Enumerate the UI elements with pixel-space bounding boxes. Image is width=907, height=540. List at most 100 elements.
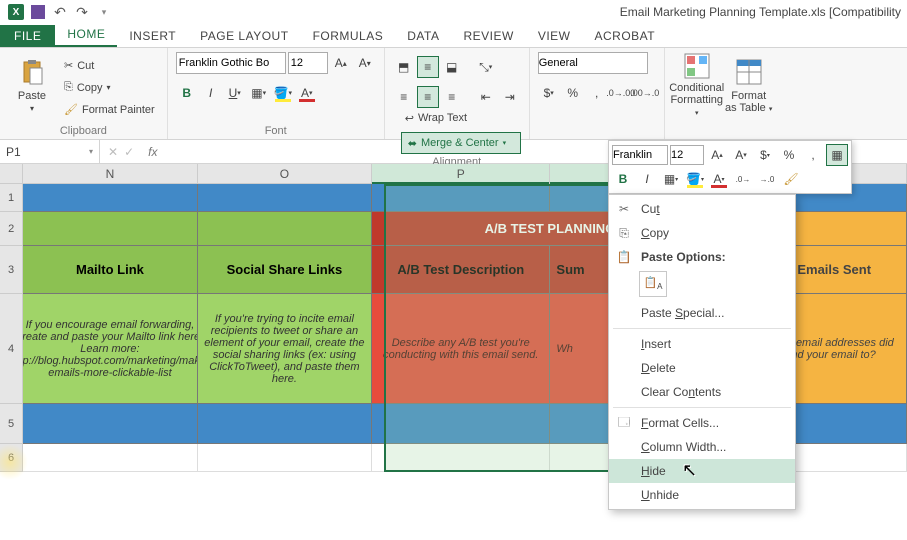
select-all-corner[interactable] (0, 164, 23, 184)
cell-o4[interactable]: If you're trying to incite email recipie… (198, 294, 372, 404)
col-header-p[interactable]: P (372, 164, 550, 184)
mini-painter[interactable]: 🖌 (780, 168, 802, 190)
shrink-font-button[interactable]: A▾ (354, 52, 376, 74)
ctx-cut[interactable]: ✂Cut (609, 197, 795, 221)
mini-table[interactable]: ▦ (826, 144, 848, 166)
merge-center-button[interactable]: ⬌Merge & Center ▾ (401, 132, 521, 154)
tab-home[interactable]: HOME (55, 23, 117, 47)
mini-fill[interactable]: 🪣▾ (684, 168, 706, 190)
cell-p6[interactable] (372, 444, 550, 472)
cell-n4[interactable]: If you encourage email forwarding, creat… (23, 294, 197, 404)
row-header-6[interactable]: 6 (0, 444, 23, 472)
cell-n6[interactable] (23, 444, 197, 472)
italic-button[interactable]: I (200, 82, 222, 104)
font-color-button[interactable]: A ▾ (296, 82, 318, 104)
mini-inc-dec[interactable]: .0→ (732, 168, 754, 190)
tab-page-layout[interactable]: PAGE LAYOUT (188, 25, 300, 47)
row-header-2[interactable]: 2 (0, 212, 23, 246)
mini-shrink-font[interactable]: A▾ (730, 144, 752, 166)
cell-p4[interactable]: Describe any A/B test you're conducting … (372, 294, 550, 404)
ctx-unhide[interactable]: Unhide (609, 483, 795, 507)
cancel-formula-icon[interactable]: ✕ (108, 145, 118, 159)
cell-o3[interactable]: Social Share Links (198, 246, 372, 294)
ctx-hide[interactable]: Hide (609, 459, 795, 483)
bold-button[interactable]: B (176, 82, 198, 104)
tab-view[interactable]: VIEW (526, 25, 583, 47)
decrease-indent-button[interactable]: ⇤ (475, 86, 497, 108)
mini-bold[interactable]: B (612, 168, 634, 190)
font-size-input[interactable] (288, 52, 328, 74)
align-bottom-button[interactable]: ⬓ (441, 56, 463, 78)
increase-indent-button[interactable]: ⇥ (499, 86, 521, 108)
align-left-button[interactable]: ≡ (393, 86, 415, 108)
mini-grow-font[interactable]: A▴ (706, 144, 728, 166)
row-header-5[interactable]: 5 (0, 404, 23, 444)
border-button[interactable]: ▦ ▾ (248, 82, 270, 104)
cell-p5[interactable] (372, 404, 550, 444)
tab-acrobat[interactable]: ACROBAT (583, 25, 668, 47)
paste-button[interactable]: Paste▾ (8, 52, 56, 118)
col-header-n[interactable]: N (23, 164, 197, 184)
grow-font-button[interactable]: A▴ (330, 52, 352, 74)
align-center-button[interactable]: ≡ (417, 86, 439, 108)
ctx-format-cells[interactable]: 🗔Format Cells... (609, 411, 795, 435)
ctx-delete[interactable]: Delete (609, 356, 795, 380)
cell-n5[interactable] (23, 404, 197, 444)
qat-customize-icon[interactable]: ▾ (94, 2, 114, 22)
cell-o6[interactable] (198, 444, 372, 472)
ctx-copy[interactable]: ⎘Copy (609, 221, 795, 245)
col-header-o[interactable]: O (198, 164, 372, 184)
tab-formulas[interactable]: FORMULAS (301, 25, 396, 47)
underline-button[interactable]: U ▾ (224, 82, 246, 104)
tab-insert[interactable]: INSERT (117, 25, 188, 47)
comma-button[interactable]: , (586, 82, 608, 104)
wrap-text-button[interactable]: ↩Wrap Text (401, 108, 521, 128)
align-right-button[interactable]: ≡ (441, 86, 463, 108)
ctx-paste-opt-default[interactable]: 📋A (639, 271, 667, 297)
copy-button[interactable]: ⎘Copy ▾ (60, 78, 159, 98)
mini-percent[interactable]: % (778, 144, 800, 166)
fx-icon[interactable]: fx (142, 145, 163, 159)
cell-o2[interactable] (198, 212, 373, 246)
tab-data[interactable]: DATA (395, 25, 451, 47)
increase-decimal-button[interactable]: .0→.00 (610, 82, 632, 104)
row-header-4[interactable]: 4 (0, 294, 23, 404)
font-name-input[interactable] (176, 52, 286, 74)
conditional-formatting-button[interactable]: Conditional Formatting ▾ (673, 52, 721, 118)
mini-comma[interactable]: , (802, 144, 824, 166)
cell-n2[interactable] (23, 212, 198, 246)
tab-review[interactable]: REVIEW (451, 25, 525, 47)
mini-font-name[interactable] (612, 145, 668, 165)
number-format-select[interactable] (538, 52, 648, 74)
format-as-table-button[interactable]: Format as Table ▾ (725, 52, 773, 118)
orientation-button[interactable]: ⤡ ▾ (475, 56, 497, 78)
ctx-clear[interactable]: Clear Contents (609, 380, 795, 404)
excel-app-icon[interactable]: X (6, 2, 26, 22)
cell-n1[interactable] (23, 184, 197, 212)
name-box[interactable]: P1▾ (0, 140, 100, 163)
mini-dec-dec[interactable]: →.0 (756, 168, 778, 190)
mini-font-size[interactable] (670, 145, 704, 165)
cell-p1[interactable] (372, 184, 550, 212)
cell-o1[interactable] (198, 184, 372, 212)
ctx-insert[interactable]: Insert (609, 332, 795, 356)
ctx-column-width[interactable]: Column Width... (609, 435, 795, 459)
align-middle-button[interactable]: ≡ (417, 56, 439, 78)
fill-color-button[interactable]: 🪣 ▾ (272, 82, 294, 104)
cut-button[interactable]: ✂Cut (60, 56, 159, 76)
currency-button[interactable]: $ ▾ (538, 82, 560, 104)
row-header-3[interactable]: 3 (0, 246, 23, 294)
save-button[interactable] (28, 2, 48, 22)
decrease-decimal-button[interactable]: .00→.0 (634, 82, 656, 104)
mini-fontcolor[interactable]: A▾ (708, 168, 730, 190)
ctx-paste-special[interactable]: Paste Special... (609, 301, 795, 325)
percent-button[interactable]: % (562, 82, 584, 104)
undo-button[interactable]: ↶ (50, 2, 70, 22)
format-painter-button[interactable]: 🖌Format Painter (60, 100, 159, 120)
enter-formula-icon[interactable]: ✓ (124, 145, 134, 159)
cell-n3[interactable]: Mailto Link (23, 246, 197, 294)
row-header-1[interactable]: 1 (0, 184, 23, 212)
cell-p3[interactable]: A/B Test Description (372, 246, 550, 294)
mini-border[interactable]: ▦▾ (660, 168, 682, 190)
mini-italic[interactable]: I (636, 168, 658, 190)
